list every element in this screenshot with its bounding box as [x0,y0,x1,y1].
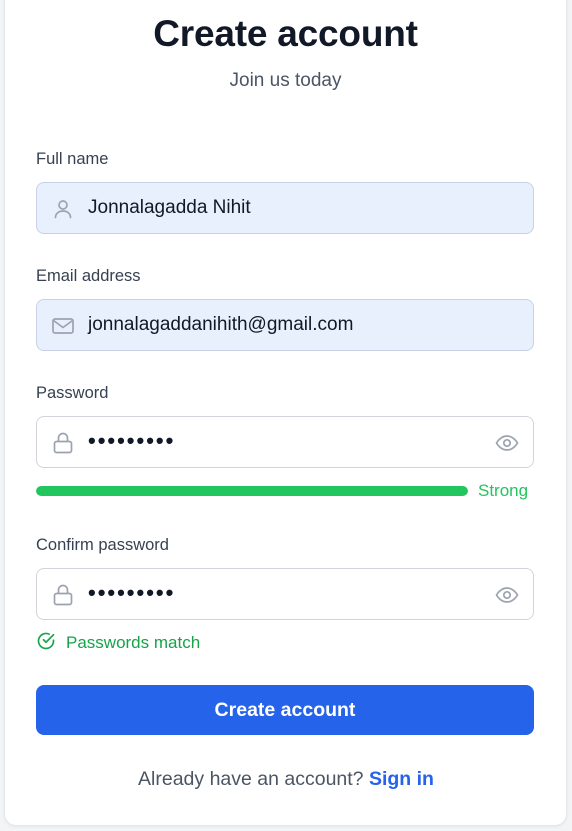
eye-icon[interactable] [495,431,519,455]
password-strength-bar [36,486,468,496]
password-masked-value: ••••••••• [88,428,176,453]
signin-prompt: Already have an account? Sign in [0,768,572,791]
confirm-password-field[interactable]: ••••••••• [36,568,534,620]
page-subtitle: Join us today [229,70,342,91]
password-match-status: Passwords match [36,632,200,654]
signin-prompt-text: Already have an account? [138,768,364,790]
mail-icon [51,314,75,338]
email-field[interactable]: jonnalagaddanihith@gmail.com [36,299,534,351]
password-field[interactable]: ••••••••• [36,416,534,468]
sign-in-link[interactable]: Sign in [369,768,434,790]
password-match-text: Passwords match [66,633,201,652]
email-label: Email address [36,267,141,285]
user-icon [51,197,75,221]
lock-icon [51,431,75,455]
page-title: Create account [153,13,418,54]
password-strength-fill [36,486,468,496]
password-strength-label: Strong [478,481,529,500]
full-name-value: Jonnalagadda Nihit [88,197,251,218]
check-circle-icon [36,631,56,656]
create-account-button[interactable]: Create account [36,685,534,735]
email-value: jonnalagaddanihith@gmail.com [88,314,354,335]
eye-icon[interactable] [495,583,519,607]
full-name-label: Full name [36,150,109,168]
confirm-password-masked-value: ••••••••• [88,580,176,605]
confirm-password-label: Confirm password [36,536,169,554]
full-name-field[interactable]: Jonnalagadda Nihit [36,182,534,234]
lock-icon [51,583,75,607]
password-label: Password [36,384,109,402]
